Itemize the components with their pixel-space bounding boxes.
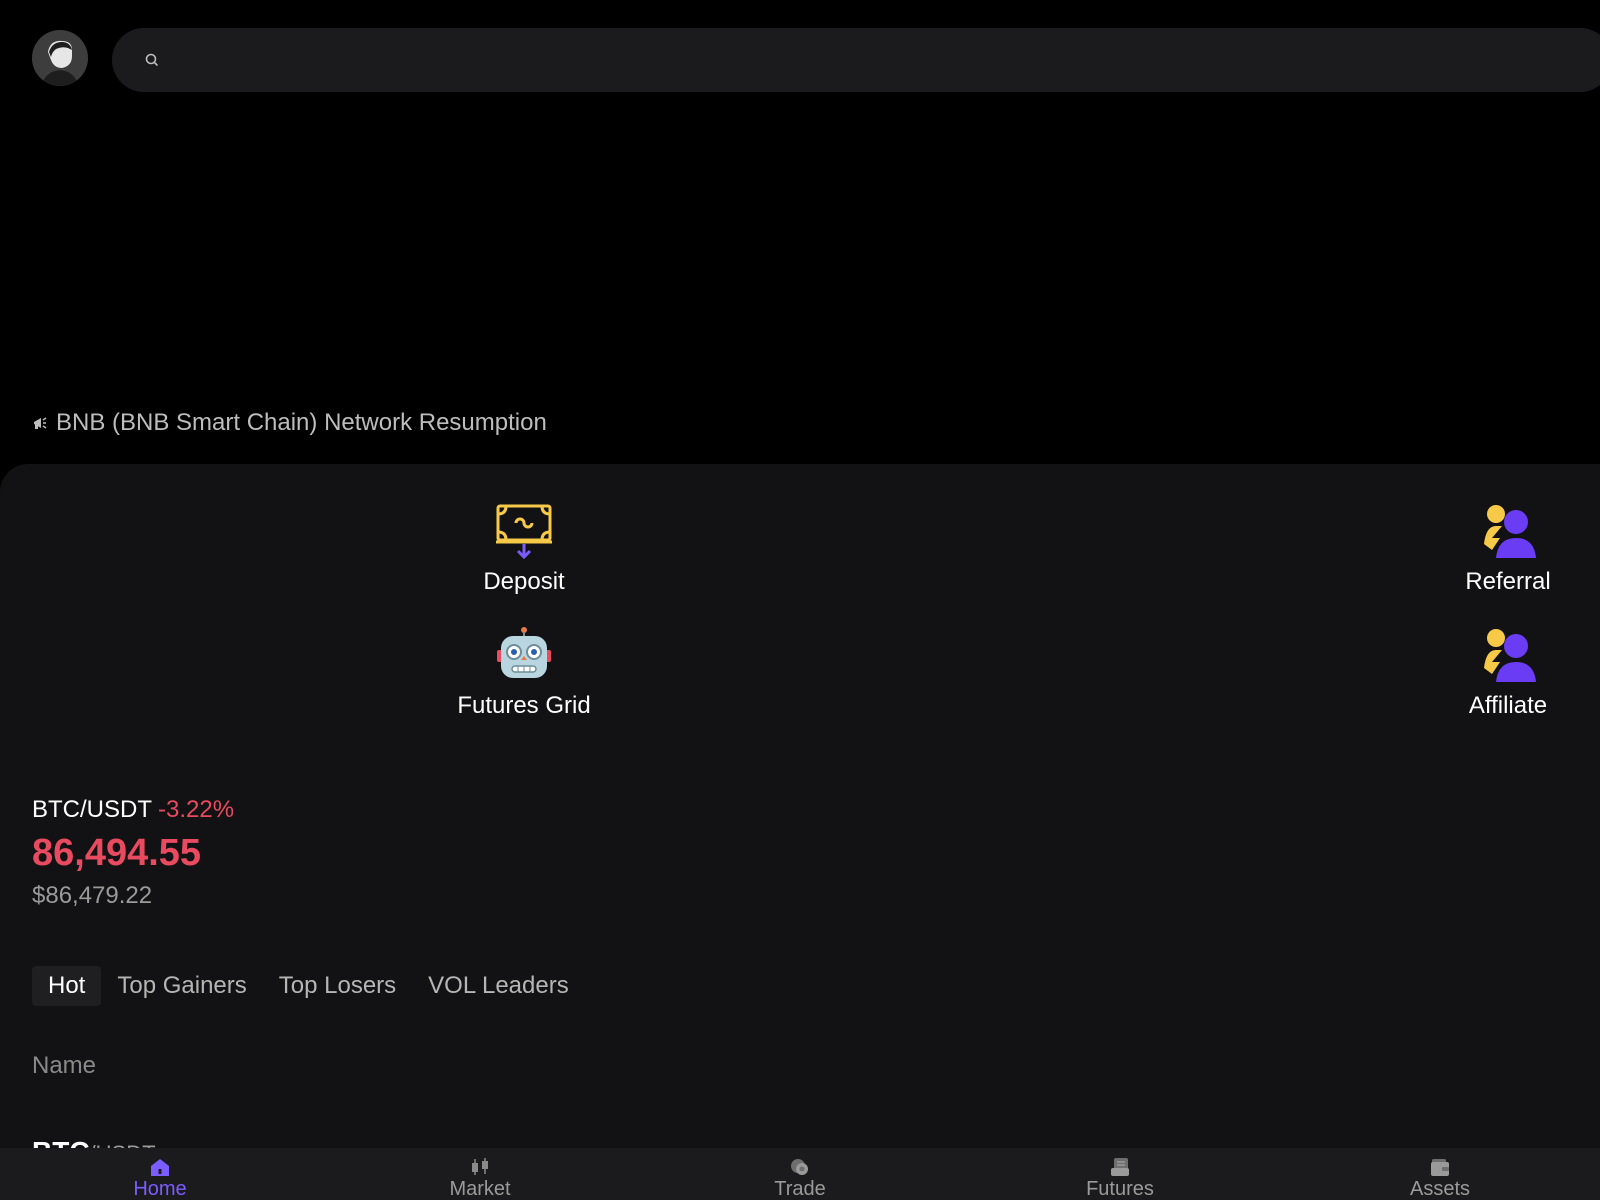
nav-label: Trade [774, 1178, 826, 1200]
tab-vol-leaders[interactable]: VOL Leaders [426, 966, 571, 1006]
announcement-bar[interactable]: BNB (BNB Smart Chain) Network Resumption [32, 406, 547, 440]
pair-change: -3.22% [158, 796, 235, 823]
quick-action-label: Affiliate [1468, 692, 1548, 719]
search-bar[interactable] [112, 28, 1600, 94]
trade-icon [791, 1159, 808, 1175]
main-panel [0, 464, 1600, 1200]
avatar[interactable] [32, 30, 88, 86]
market-tabs: Hot Top Gainers Top Losers VOL Leaders [32, 966, 571, 1006]
nav-label: Assets [1409, 1178, 1471, 1200]
nav-assets[interactable]: Assets [1280, 1148, 1600, 1200]
page: BNB (BNB Smart Chain) Network Resumption… [0, 0, 1600, 1200]
usd-price: $86,479.22 [32, 882, 153, 909]
quick-action-affiliate[interactable]: Affiliate [1408, 624, 1600, 720]
deposit-icon [496, 504, 552, 560]
affiliate-icon [1484, 629, 1536, 682]
pair-name: BTC/USDT [32, 796, 152, 823]
tab-hot[interactable]: Hot [32, 966, 102, 1006]
tab-top-gainers[interactable]: Top Gainers [115, 966, 248, 1006]
search-input[interactable] [172, 28, 1476, 94]
quick-action-referral[interactable]: Referral [1408, 500, 1600, 596]
nav-trade[interactable]: Trade [640, 1148, 960, 1200]
nav-home[interactable]: Home [0, 1148, 320, 1200]
nav-label: Futures [1086, 1178, 1154, 1200]
user-avatar-icon [32, 30, 88, 86]
column-header-name: Name [32, 1052, 97, 1079]
nav-futures[interactable]: Futures [960, 1148, 1280, 1200]
nav-market[interactable]: Market [320, 1148, 640, 1200]
candlestick-icon [472, 1158, 488, 1175]
announcement-text: BNB (BNB Smart Chain) Network Resumption [56, 409, 547, 436]
last-price: 86,494.55 [32, 832, 202, 874]
ticker-pair-row[interactable]: BTC/USDT -3.22% [32, 796, 234, 824]
futures-icon [1111, 1158, 1129, 1176]
nav-label: Market [449, 1178, 511, 1200]
tab-top-losers[interactable]: Top Losers [277, 966, 398, 1006]
quick-action-deposit[interactable]: Deposit [424, 500, 624, 596]
quick-action-futures-grid[interactable]: Futures Grid [424, 624, 624, 720]
wallet-icon [1431, 1159, 1449, 1176]
home-icon [151, 1159, 169, 1176]
quick-action-label: Deposit [483, 568, 565, 595]
quick-action-label: Futures Grid [457, 692, 591, 719]
megaphone-icon [34, 417, 47, 429]
bottom-nav: Home Market Trade Futures Assets [0, 1148, 1600, 1200]
quick-action-label: Referral [1465, 568, 1551, 595]
referral-icon [1484, 505, 1536, 558]
search-icon [145, 53, 158, 66]
robot-icon [497, 627, 551, 678]
nav-label: Home [133, 1178, 187, 1200]
